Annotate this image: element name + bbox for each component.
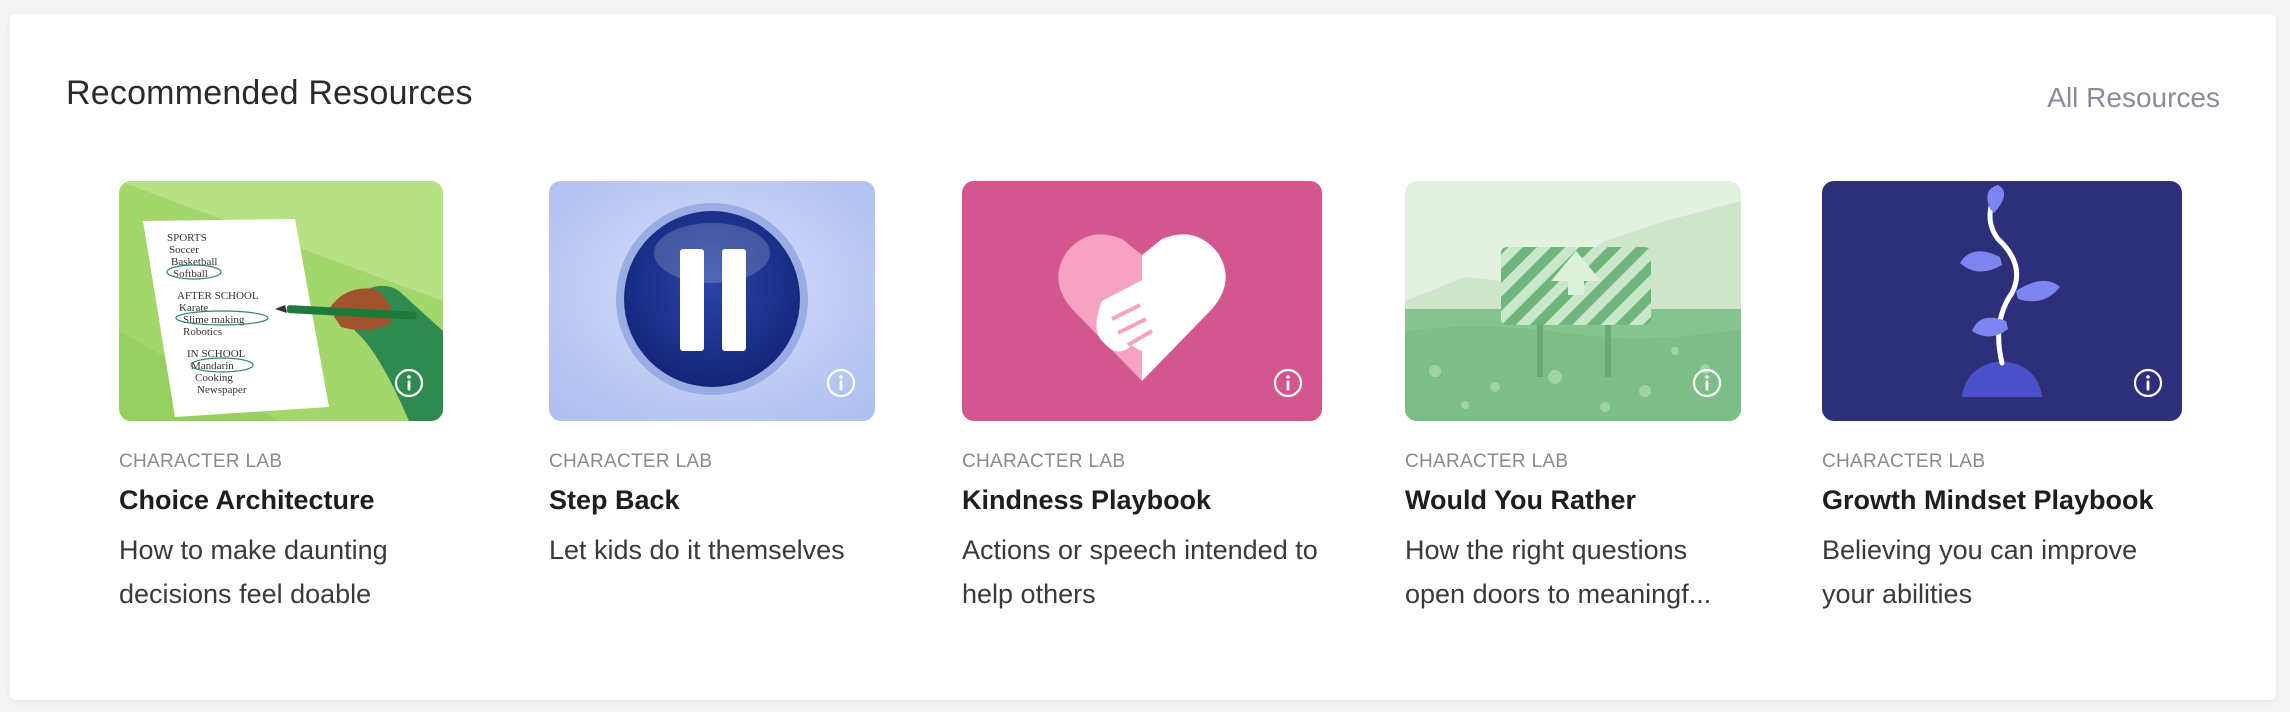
- card-source: CHARACTER LAB: [549, 451, 713, 472]
- card-source: CHARACTER LAB: [119, 451, 283, 472]
- card-description: Actions or speech intended to help other…: [962, 535, 1318, 609]
- card-description: How to make daunting decisions feel doab…: [119, 535, 388, 609]
- sprouting-plant-illustration: [1822, 181, 2182, 421]
- card-title[interactable]: Would You Rather: [1405, 485, 1741, 516]
- card-source: CHARACTER LAB: [962, 451, 1126, 472]
- resource-card-kindness-playbook[interactable]: CHARACTER LAB Kindness Playbook Actions …: [962, 181, 1322, 616]
- heart-handshake-illustration: [962, 181, 1322, 421]
- card-source: CHARACTER LAB: [1822, 451, 1986, 472]
- svg-text:Soccer: Soccer: [169, 244, 199, 256]
- resource-card-would-you-rather[interactable]: CHARACTER LAB Would You Rather How the r…: [1405, 181, 1741, 616]
- card-title[interactable]: Step Back: [549, 485, 875, 516]
- card-description: Believing you can improve your abilities: [1822, 535, 2138, 609]
- card-description: How the right questions open doors to me…: [1405, 535, 1712, 609]
- card-thumbnail[interactable]: [962, 181, 1322, 421]
- svg-text:SPORTS: SPORTS: [167, 232, 207, 244]
- resource-card-choice-architecture[interactable]: SPORTS Soccer Basketball Softball AFTER …: [119, 181, 443, 616]
- info-icon[interactable]: [1272, 367, 1304, 399]
- svg-text:Newspaper: Newspaper: [197, 384, 247, 396]
- info-icon[interactable]: [2132, 367, 2164, 399]
- card-thumbnail[interactable]: [1822, 181, 2182, 421]
- card-title[interactable]: Growth Mindset Playbook: [1822, 485, 2182, 516]
- info-icon[interactable]: [825, 367, 857, 399]
- resource-card-growth-mindset-playbook[interactable]: CHARACTER LAB Growth Mindset Playbook Be…: [1822, 181, 2182, 616]
- section-title: Recommended Resources: [66, 74, 473, 112]
- info-icon[interactable]: [393, 367, 425, 399]
- svg-text:Robotics: Robotics: [183, 326, 222, 338]
- recommended-resources-panel: Recommended Resources All Resources SPOR…: [10, 14, 2276, 700]
- svg-text:AFTER SCHOOL: AFTER SCHOOL: [177, 290, 259, 302]
- card-description: Let kids do it themselves: [549, 535, 845, 565]
- svg-text:Cooking: Cooking: [195, 372, 233, 384]
- info-icon[interactable]: [1691, 367, 1723, 399]
- card-thumbnail[interactable]: SPORTS Soccer Basketball Softball AFTER …: [119, 181, 443, 421]
- all-resources-link[interactable]: All Resources: [2047, 82, 2220, 114]
- card-thumbnail[interactable]: [1405, 181, 1741, 421]
- svg-text:Mandarin: Mandarin: [191, 360, 234, 372]
- card-source: CHARACTER LAB: [1405, 451, 1569, 472]
- card-title[interactable]: Kindness Playbook: [962, 485, 1322, 516]
- card-title[interactable]: Choice Architecture: [119, 485, 443, 516]
- resource-card-step-back[interactable]: CHARACTER LAB Step Back Let kids do it t…: [549, 181, 875, 572]
- card-thumbnail[interactable]: [549, 181, 875, 421]
